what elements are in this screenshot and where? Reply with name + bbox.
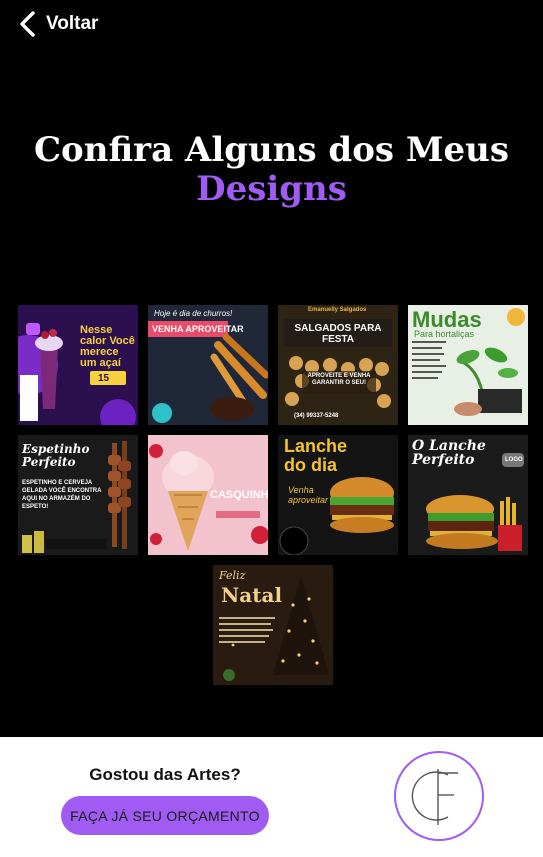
lanche-perfeito-headline: O Lanche Perfeito [412,438,486,468]
lanche-do-dia-sub: Venha aproveitar [288,485,329,505]
churros-artwork [148,305,268,425]
espetinho-sub: ESPETINHO E CERVEJA GELADA VOCÊ ENCONTRA… [22,480,102,510]
portfolio-item-espetinho[interactable]: Espetinho Perfeito ESPETINHO E CERVEJA G… [18,435,138,555]
page-title: Confira Alguns dos Meus Designs [0,130,543,210]
salgados-sub: APROVEITE E VENHA GARANTIR O SEU! [307,373,371,386]
churros-headline: VENHA APROVEITAR [152,324,244,334]
request-quote-button[interactable]: FAÇA JÁ SEU ORÇAMENTO [61,796,269,835]
lanche-perfeito-logo-badge: LOGO [505,457,523,463]
portfolio-item-mudas[interactable]: Mudas Para hortaliças [408,305,528,425]
salgados-phone: (34) 99337-5248 [294,413,339,419]
brand-logo [394,751,484,841]
back-label: Voltar [46,13,99,34]
top-bar: Voltar [0,0,543,48]
churros-script: Hoje é dia de churros! [154,309,233,318]
title-line1: Confira Alguns dos Meus [33,130,509,170]
espetinho-headline: Espetinho Perfeito [22,442,90,469]
footer: Gostou das Artes? FAÇA JÁ SEU ORÇAMENTO [0,737,543,857]
back-button[interactable]: Voltar [18,10,98,38]
acai-headline: Nesse calor Você merece um açaí [80,324,135,369]
mudas-sub: Para hortaliças [414,329,475,339]
salgados-brand: Emanuelly Salgados [308,307,367,313]
feliz-natal-script: Feliz [219,569,246,582]
lanche-do-dia-headline: Lanche do dia [284,436,348,475]
portfolio-item-casquinha[interactable]: CASQUINHA [148,435,268,555]
casquinha-headline: CASQUINHA [210,489,268,501]
footer-question: Gostou das Artes? [89,765,241,784]
portfolio-item-feliz-natal[interactable]: Feliz Natal [213,565,333,685]
portfolio-item-lanche-perfeito[interactable]: O Lanche Perfeito LOGO [408,435,528,555]
brand-monogram-icon [411,769,458,825]
portfolio-item-churros[interactable]: Hoje é dia de churros! VENHA APROVEITAR [148,305,268,425]
salgados-headline: SALGADOS PARA FESTA [294,323,382,345]
portfolio-item-acai[interactable]: Nesse calor Você merece um açaí 15 [18,305,138,425]
portfolio-item-salgados[interactable]: Emanuelly Salgados SALGADOS PARA FESTA A… [278,305,398,425]
acai-price: 15 [98,373,110,384]
chevron-left-icon [20,11,35,37]
portfolio-item-lanche-do-dia[interactable]: Lanche do dia Venha aproveitar [278,435,398,555]
feliz-natal-headline: Natal [221,583,283,607]
title-line2: Designs [196,169,347,210]
